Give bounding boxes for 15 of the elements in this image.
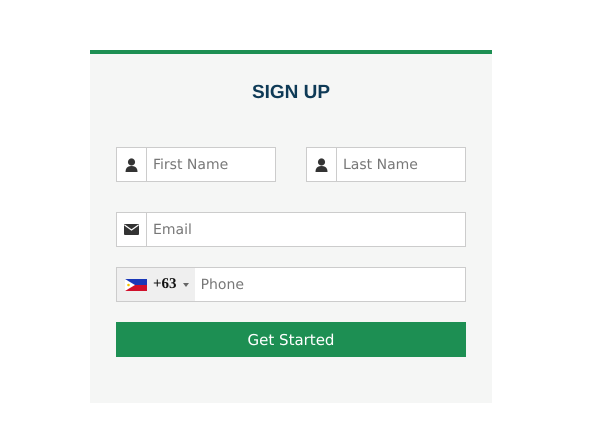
text-input[interactable]: First Name [147,148,275,181]
phone-field[interactable]: +63 Phone [116,267,466,302]
input-field[interactable]: Last Name [306,147,466,182]
phone-input[interactable]: Phone [194,268,465,301]
caret-icon [182,282,189,286]
get-started-button[interactable]: Get Started [116,322,466,357]
person-icon [315,158,328,172]
person-icon [125,158,138,172]
envelope-icon [124,224,139,235]
country-selector[interactable]: +63 [117,268,195,301]
flag-icon [125,278,147,290]
text-input[interactable]: Last Name [337,148,465,181]
input-field[interactable]: First Name [116,147,276,182]
country-code: +63 [153,276,177,293]
form-title: SIGN UP [250,81,332,105]
